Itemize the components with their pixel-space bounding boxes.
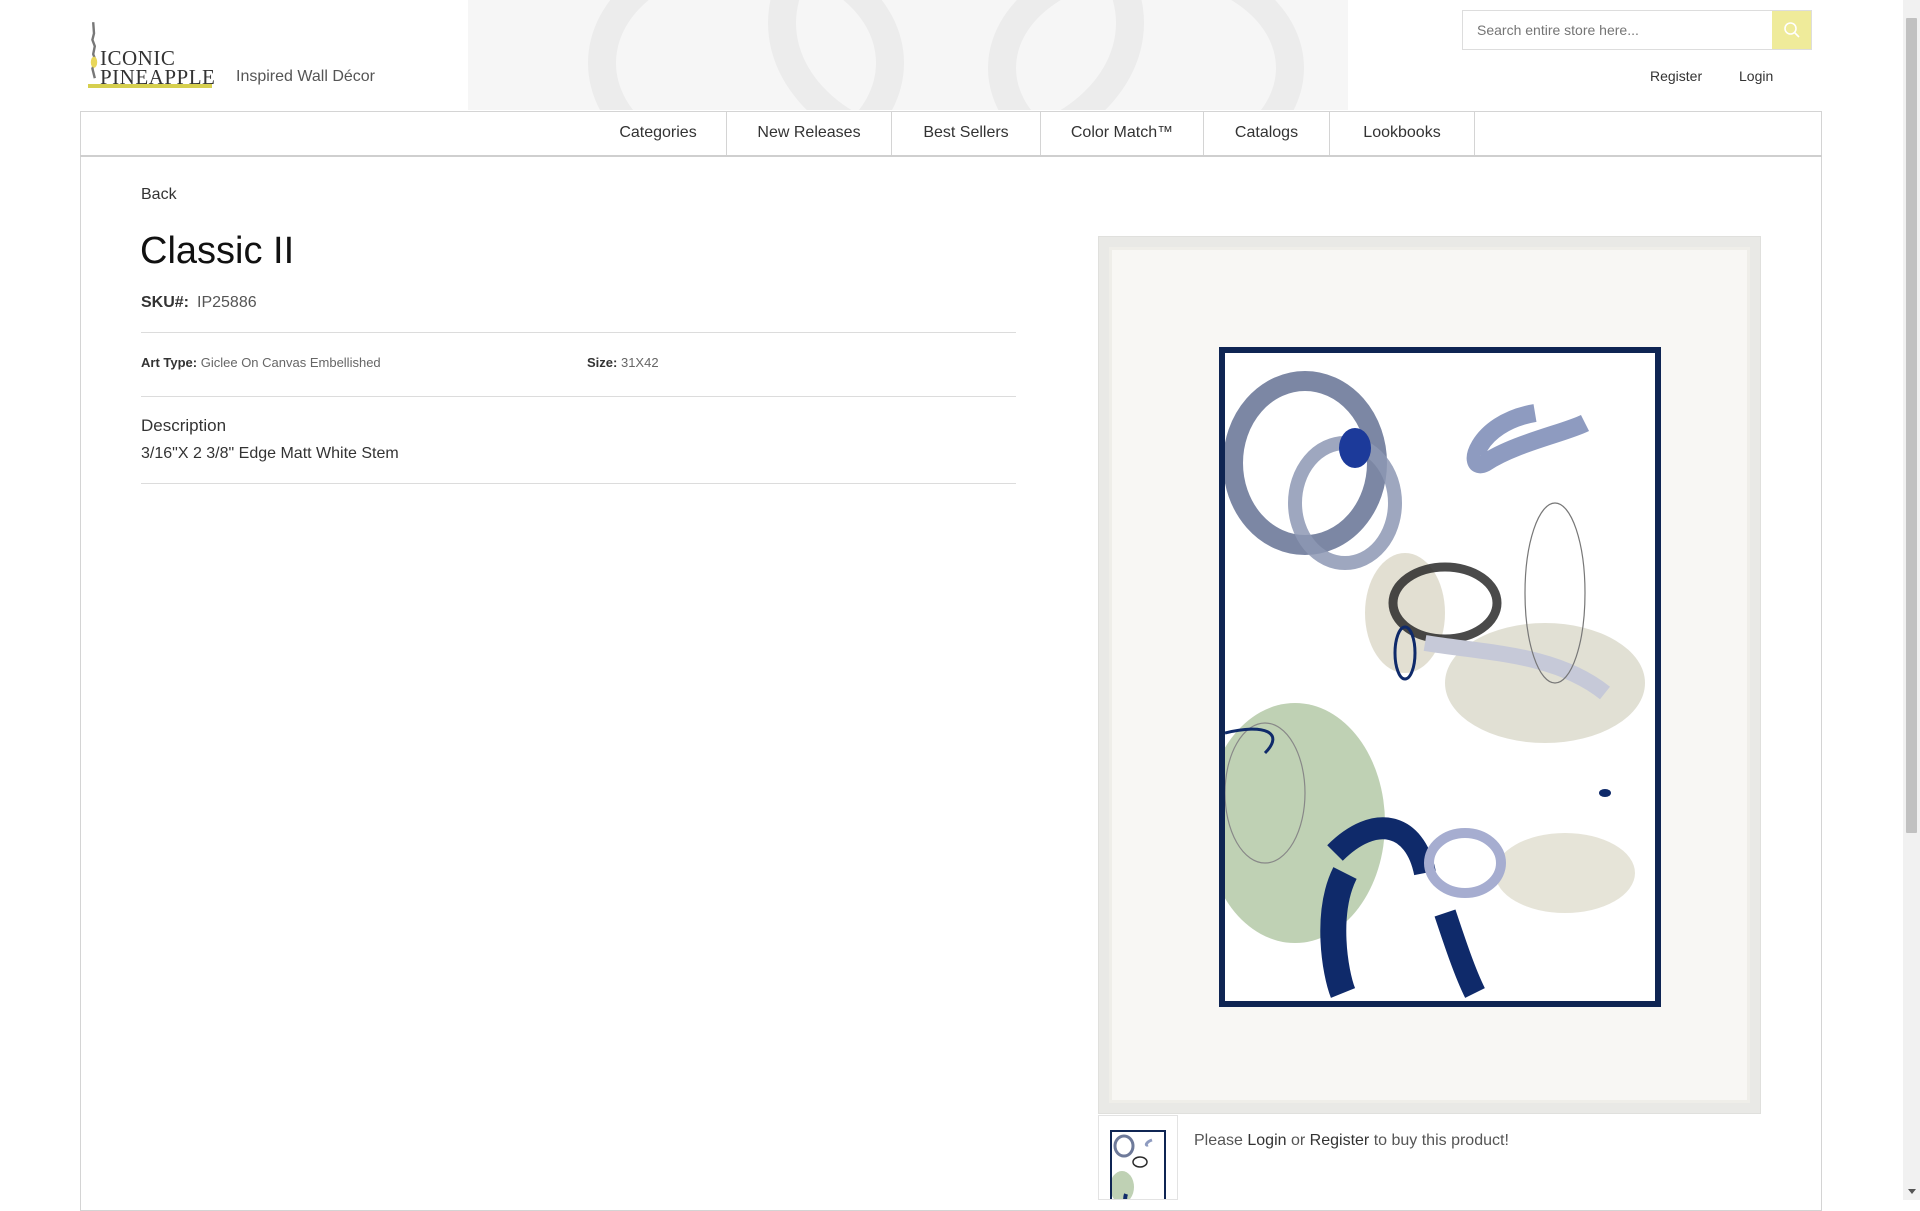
artwork-canvas: [1225, 353, 1655, 1001]
purchase-prefix: Please: [1194, 1132, 1243, 1149]
nav-item-new-releases[interactable]: New Releases: [727, 111, 892, 155]
art-type-attribute: Art Type: Giclee On Canvas Embellished: [141, 355, 381, 370]
register-link[interactable]: Register: [1650, 68, 1702, 84]
thumbnail-image: [1110, 1130, 1166, 1199]
purchase-login-prompt: Please Login or Register to buy this pro…: [1194, 1132, 1509, 1150]
divider: [141, 483, 1016, 484]
nav-item-categories[interactable]: Categories: [590, 111, 727, 155]
nav-item-lookbooks[interactable]: Lookbooks: [1330, 111, 1475, 155]
artwork-frame: [1219, 347, 1661, 1007]
size-attribute: Size: 31X42: [587, 355, 659, 370]
purchase-login-link[interactable]: Login: [1247, 1132, 1286, 1149]
thumbnail-artwork: [1112, 1134, 1153, 1199]
logo-underline: [88, 84, 212, 88]
abstract-artwork-image: [1225, 371, 1645, 998]
pineapple-icon: [90, 22, 98, 79]
purchase-middle: or: [1290, 1132, 1306, 1149]
scrollbar-thumb[interactable]: [1906, 18, 1917, 833]
header-background-pattern: [468, 0, 1348, 110]
size-label: Size:: [587, 355, 618, 370]
search-box: [1462, 10, 1812, 50]
product-title: Classic II: [140, 230, 295, 272]
description-heading: Description: [141, 416, 227, 435]
search-button[interactable]: [1772, 11, 1811, 49]
sku-label: SKU#:: [141, 294, 190, 311]
nav-item-color-match[interactable]: Color Match™: [1041, 111, 1204, 155]
nav-item-catalogs[interactable]: Catalogs: [1204, 111, 1330, 155]
search-icon: [1783, 22, 1800, 38]
brand-tagline: Inspired Wall Décor: [236, 68, 376, 85]
login-link[interactable]: Login: [1739, 68, 1773, 84]
sku-value: IP25886: [197, 294, 257, 311]
brand-logo[interactable]: ICONIC PINEAPPLE: [88, 14, 215, 90]
main-navigation: Categories New Releases Best Sellers Col…: [80, 111, 1822, 157]
product-sku: SKU#: IP25886: [141, 294, 257, 312]
description-text: 3/16"X 2 3/8" Edge Matt White Stem: [141, 445, 399, 462]
back-link[interactable]: Back: [141, 186, 177, 204]
search-input[interactable]: [1463, 11, 1773, 49]
nav-item-best-sellers[interactable]: Best Sellers: [892, 111, 1041, 155]
purchase-suffix: to buy this product!: [1373, 1132, 1509, 1149]
product-thumbnail[interactable]: [1098, 1115, 1178, 1200]
art-type-label: Art Type:: [141, 355, 198, 370]
artwork-mat: [1109, 247, 1750, 1103]
divider: [141, 396, 1016, 397]
purchase-register-link[interactable]: Register: [1310, 1132, 1370, 1149]
page-scrollbar[interactable]: [1903, 0, 1920, 1200]
size-value: 31X42: [620, 355, 659, 370]
art-type-value: Giclee On Canvas Embellished: [200, 355, 381, 370]
scroll-down-arrow-icon[interactable]: [1903, 1183, 1920, 1200]
product-image[interactable]: [1098, 236, 1761, 1114]
divider: [141, 332, 1016, 333]
